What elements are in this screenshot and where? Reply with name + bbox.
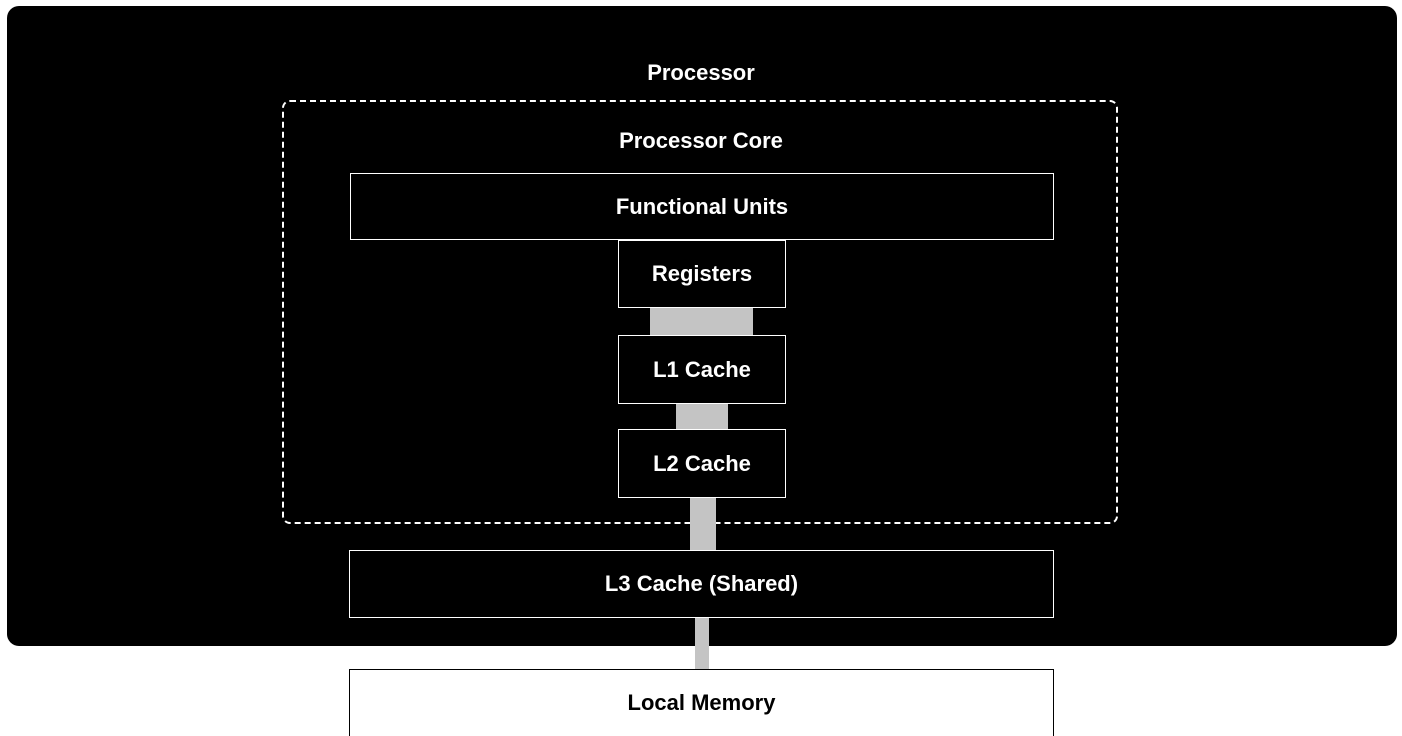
functional-units-box: Functional Units (350, 173, 1054, 240)
local-memory-box: Local Memory (349, 669, 1054, 736)
l2-cache-box: L2 Cache (618, 429, 786, 498)
l1-l2-connector (676, 403, 728, 430)
l1-cache-box: L1 Cache (618, 335, 786, 404)
l3-memory-connector (695, 617, 709, 669)
l2-l3-connector (690, 497, 716, 550)
registers-box: Registers (618, 240, 786, 308)
processor-label: Processor (647, 60, 755, 85)
processor-core-label: Processor Core (619, 128, 783, 153)
l3-cache-box: L3 Cache (Shared) (349, 550, 1054, 618)
memory-hierarchy-diagram: Processor Processor Core Functional Unit… (0, 0, 1402, 736)
registers-l1-connector (650, 307, 753, 336)
